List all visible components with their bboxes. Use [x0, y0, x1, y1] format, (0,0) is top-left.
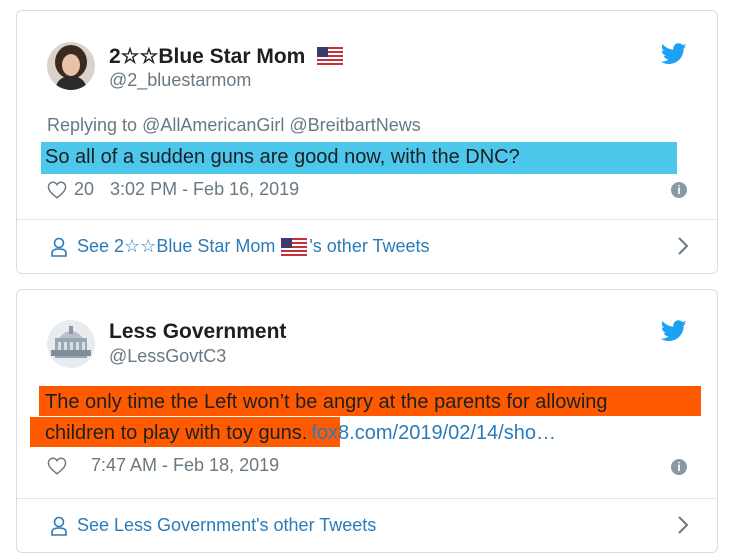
see-other-tweets-text[interactable]: See Less Government's other Tweets: [77, 515, 376, 536]
tweet-card-2: Less Government @LessGovtC3 The only tim…: [16, 289, 718, 553]
twitter-bird-icon[interactable]: [661, 43, 687, 65]
display-name[interactable]: Less Government: [109, 320, 286, 344]
handle[interactable]: @LessGovtC3: [109, 346, 226, 367]
see-other-tweets-link[interactable]: See Less Government's other Tweets: [51, 515, 376, 536]
tweet-meta: 20 3:02 PM - Feb 16, 2019: [47, 179, 299, 200]
timestamp[interactable]: 3:02 PM - Feb 16, 2019: [110, 179, 299, 200]
reply-mention-link[interactable]: @AllAmericanGirl: [142, 115, 284, 135]
like-count: 20: [74, 179, 95, 199]
see-other-tweets-suffix[interactable]: 's other Tweets: [309, 236, 429, 257]
avatar-image: [47, 320, 95, 368]
avatar[interactable]: [47, 42, 95, 90]
avatar[interactable]: [47, 320, 95, 368]
info-icon[interactable]: i: [671, 459, 687, 475]
handle[interactable]: @2_bluestarmom: [109, 70, 251, 91]
display-name[interactable]: 2☆☆Blue Star Mom: [109, 44, 344, 69]
twitter-bird-icon[interactable]: [661, 320, 687, 342]
reply-mention-link[interactable]: @BreitbartNews: [289, 115, 420, 135]
see-other-tweets-link[interactable]: See 2☆☆Blue Star Mom 's other Tweets: [51, 236, 430, 257]
tweet-text-line-2: children to play with toy guns. fox8.com/…: [45, 422, 556, 445]
chevron-right-icon[interactable]: [677, 515, 689, 535]
tweet-text-line-1: The only time the Left won’t be angry at…: [45, 391, 608, 413]
tweet-text: So all of a sudden guns are good now, wi…: [45, 146, 520, 168]
replying-prefix: Replying to: [47, 115, 138, 135]
tweet-link[interactable]: fox8.com/2019/02/14/sho…: [311, 422, 556, 444]
tweet-meta: 7:47 AM - Feb 18, 2019: [47, 455, 279, 476]
display-name-text[interactable]: 2☆☆Blue Star Mom: [109, 45, 305, 68]
divider: [17, 219, 717, 220]
chevron-right-icon[interactable]: [677, 236, 689, 256]
info-icon[interactable]: i: [671, 182, 687, 198]
person-icon: [51, 237, 67, 257]
timestamp[interactable]: 7:47 AM - Feb 18, 2019: [91, 455, 279, 476]
avatar-image: [47, 42, 95, 90]
us-flag-icon: [317, 47, 344, 65]
replying-to: Replying to @AllAmericanGirl @BreitbartN…: [47, 115, 421, 136]
tweet-text-line-2-text: children to play with toy guns.: [45, 422, 308, 444]
heart-icon[interactable]: [47, 456, 67, 475]
us-flag-icon: [281, 237, 308, 256]
heart-icon[interactable]: [47, 180, 67, 199]
divider: [17, 498, 717, 499]
see-other-tweets-text[interactable]: See 2☆☆Blue Star Mom: [77, 236, 275, 257]
person-icon: [51, 516, 67, 536]
tweet-card-1: 2☆☆Blue Star Mom @2_bluestarmom Replying…: [16, 10, 718, 274]
